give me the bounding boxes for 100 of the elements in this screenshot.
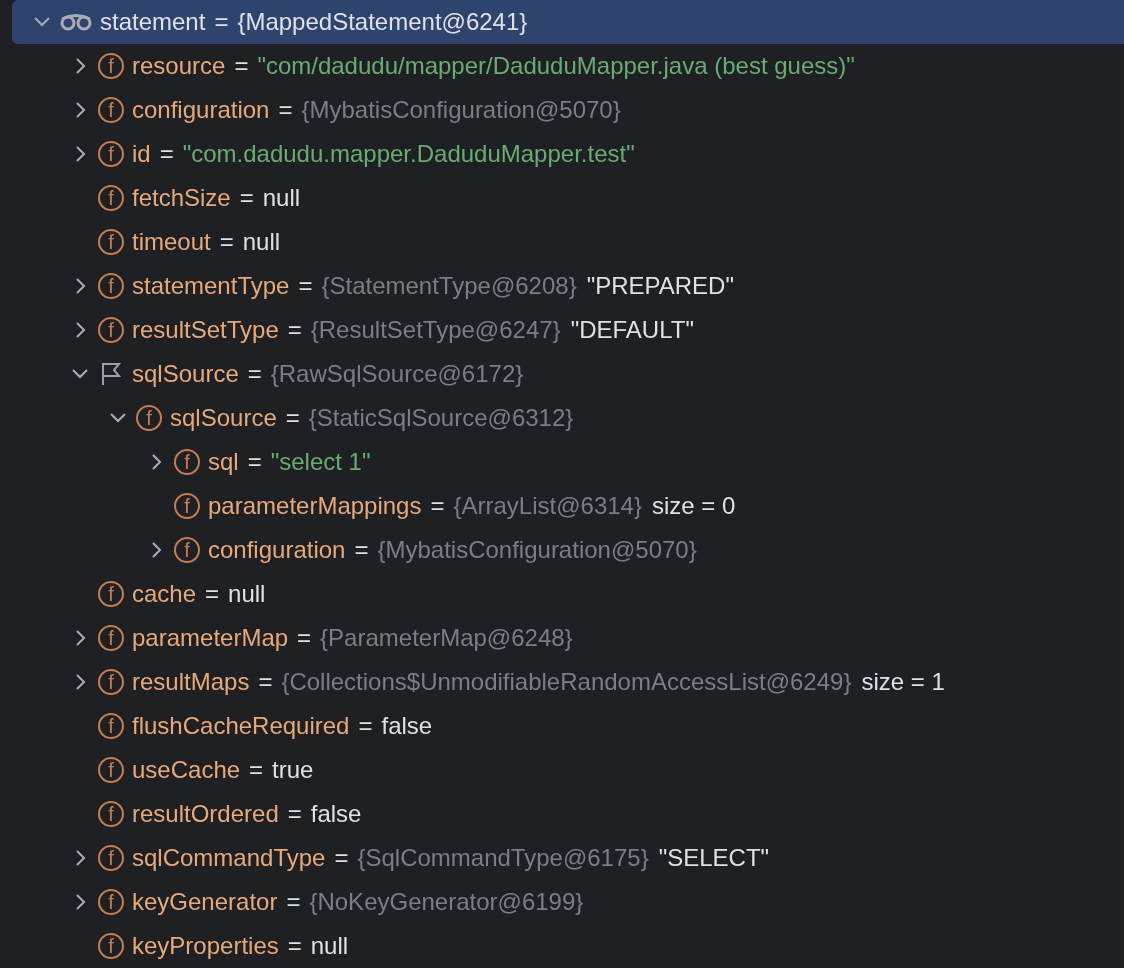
tree-row[interactable]: f resultOrdered = false [0,792,1124,836]
variable-name: sqlSource [170,404,277,432]
object-reference: {StaticSqlSource@6312} [308,404,574,432]
field-icon: f [174,537,200,563]
variable-name: fetchSize [132,184,231,212]
field-icon: f [98,317,124,343]
tree-row[interactable]: f parameterMap = {ParameterMap@6248} [0,616,1124,660]
tree-row[interactable]: f useCache = true [0,748,1124,792]
variable-name: statementType [132,272,290,300]
field-icon: f [98,185,124,211]
object-reference: {ParameterMap@6248} [320,624,573,652]
variable-name: sqlCommandType [132,844,326,872]
field-icon: f [98,801,124,827]
variable-name: resource [132,52,226,80]
variable-value: size = 1 [861,668,945,696]
tree-row[interactable]: f resultSetType = {ResultSetType@6247} "DEFAULT" [0,308,1124,352]
field-icon: f [136,405,162,431]
tree-row[interactable]: f resource = "com/dadudu/mapper/DaduduMapper.java (best guess)" [0,44,1124,88]
field-icon: f [98,889,124,915]
equals-sign: = [258,668,273,696]
equals-sign: = [219,228,234,256]
variable-value: false [381,712,433,740]
string-value: "com.dadudu.mapper.DaduduMapper.test" [182,140,635,168]
equals-sign: = [287,800,302,828]
tree-row[interactable]: f sqlSource = {StaticSqlSource@6312} [0,396,1124,440]
tree-row[interactable]: f sqlCommandType = {SqlCommandType@6175} "SELECT" [0,836,1124,880]
equals-sign: = [358,712,373,740]
equals-sign: = [430,492,445,520]
string-value: "select 1" [270,448,371,476]
field-icon: f [98,53,124,79]
equals-sign: = [287,316,302,344]
tree-row[interactable]: f parameterMappings = {ArrayList@6314} size = 0 [0,484,1124,528]
object-reference: {RawSqlSource@6172} [270,360,524,388]
field-icon: f [98,141,124,167]
variable-name: configuration [208,536,346,564]
equals-sign: = [354,536,369,564]
variable-name: keyProperties [132,932,279,960]
variable-name: resultSetType [132,316,279,344]
object-reference: {SqlCommandType@6175} [357,844,649,872]
variable-value: null [262,184,301,212]
field-icon: f [98,581,124,607]
variable-name: id [132,140,151,168]
tree-row[interactable]: f fetchSize = null [0,176,1124,220]
variable-value: null [310,932,349,960]
tree-row[interactable]: f configuration = {MybatisConfiguration@5070} [0,88,1124,132]
variable-value: null [242,228,281,256]
variable-name: flushCacheRequired [132,712,350,740]
tree-row[interactable]: sqlSource = {RawSqlSource@6172} [0,352,1124,396]
variable-value: null [228,580,266,608]
selected-tree-row[interactable]: statement = {MappedStatement@6241} [12,0,1124,44]
string-value: "com/dadudu/mapper/DaduduMapper.java (best guess)" [257,52,855,80]
variable-name: resultOrdered [132,800,279,828]
field-icon: f [98,273,124,299]
field-icon: f [98,933,124,959]
equals-sign: = [249,756,264,784]
tree-row[interactable]: f configuration = {MybatisConfiguration@5070} [0,528,1124,572]
tree-row[interactable]: f id = "com.dadudu.mapper.DaduduMapper.test" [0,132,1124,176]
variable-value: "PREPARED" [586,272,734,300]
variable-name: cache [132,580,197,608]
variable-name: timeout [132,228,211,256]
object-reference: {Collections$UnmodifiableRandomAccessList@6249} [281,668,852,696]
equals-sign: = [205,580,220,608]
tree-row[interactable]: f sql = "select 1" [0,440,1124,484]
glasses-icon [60,12,92,32]
object-reference: {ResultSetType@6247} [310,316,561,344]
tree-row[interactable]: f resultMaps = {Collections$UnmodifiableRandomAccessList@6249} size = 1 [0,660,1124,704]
object-reference: {MybatisConfiguration@5070} [301,96,621,124]
variable-name: keyGenerator [132,888,278,916]
variable-value: "SELECT" [658,844,770,872]
variable-name: useCache [132,756,241,784]
tree-row[interactable]: f cache = null [0,572,1124,616]
equals-sign: = [214,8,229,36]
tree-row[interactable]: f timeout = null [0,220,1124,264]
object-reference: {StatementType@6208} [321,272,577,300]
variable-name: configuration [132,96,270,124]
variable-name: parameterMap [132,624,289,652]
tree-row[interactable]: f flushCacheRequired = false [0,704,1124,748]
variable-value: false [310,800,362,828]
tree-row[interactable]: f keyGenerator = {NoKeyGenerator@6199} [0,880,1124,924]
tree-row[interactable]: f statementType = {StatementType@6208} "PREPARED" [0,264,1124,308]
equals-sign: = [239,184,254,212]
object-reference: {ArrayList@6314} [453,492,642,520]
equals-sign: = [298,272,313,300]
field-icon: f [98,625,124,651]
field-icon: f [98,229,124,255]
variable-value: size = 0 [651,492,736,520]
variable-name: sql [208,448,239,476]
object-reference: {NoKeyGenerator@6199} [309,888,584,916]
field-icon: f [174,449,200,475]
object-reference: {MybatisConfiguration@5070} [377,536,697,564]
equals-sign: = [247,448,262,476]
equals-sign: = [287,932,302,960]
tree-row[interactable]: f keyProperties = null [0,924,1124,968]
equals-sign: = [234,52,249,80]
field-icon: f [98,713,124,739]
field-icon: f [98,845,124,871]
variable-name: sqlSource [132,360,239,388]
equals-sign: = [297,624,312,652]
variable-name: statement [100,8,206,36]
variable-name: parameterMappings [208,492,422,520]
